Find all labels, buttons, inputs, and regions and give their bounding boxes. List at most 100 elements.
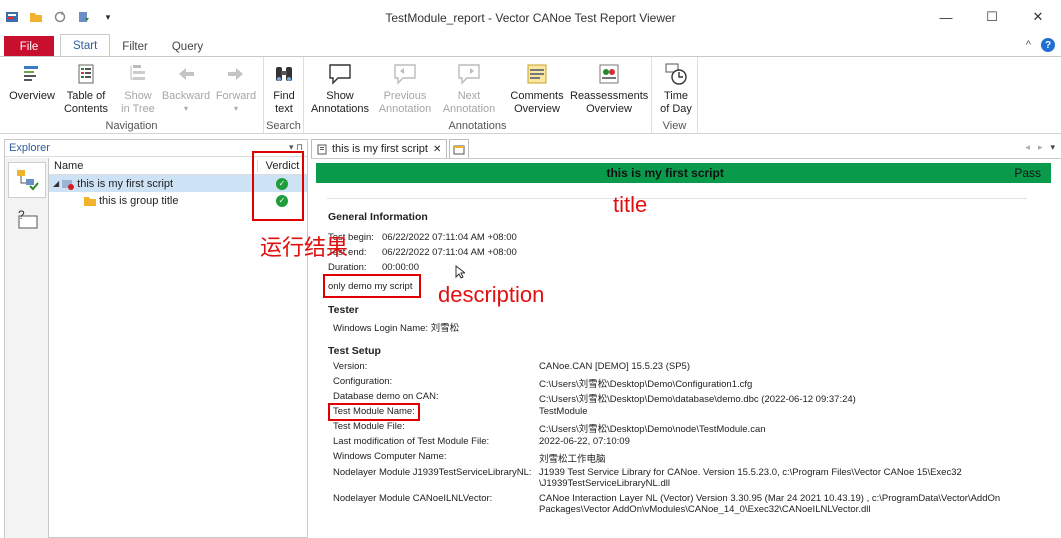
info-value: 06/22/2022 07:11:04 AM +08:00 <box>382 247 517 258</box>
title-bar: ▾ TestModule_report - Vector CANoe Test … <box>0 0 1061 34</box>
group-label-search: Search <box>266 120 301 132</box>
window-title: TestModule_report - Vector CANoe Test Re… <box>385 11 676 25</box>
setup-value: CANoe.CAN [DEMO] 15.5.23 (SP5) <box>539 361 690 372</box>
explorer-sidebar: ? <box>5 158 49 538</box>
tester-heading: Tester <box>328 304 359 316</box>
show-in-tree-button[interactable]: Show in Tree <box>114 61 162 115</box>
tree-item-label: this is group title <box>99 194 179 207</box>
backward-dropdown-icon[interactable]: ▾ <box>160 103 212 116</box>
collapse-ribbon-icon[interactable]: ^ <box>1026 39 1031 51</box>
group-view: Time of Day View <box>652 57 698 134</box>
minimize-button[interactable]: — <box>923 4 969 30</box>
next-annotation-icon <box>455 61 483 87</box>
tab-list-icon[interactable]: ▾ <box>1050 142 1055 153</box>
test-script-icon <box>62 179 75 190</box>
previous-annotation-button[interactable]: Previous Annotation <box>374 61 436 115</box>
setup-label: Windows Computer Name: <box>333 451 447 462</box>
tester-login: Windows Login Name: 刘雪松 <box>333 323 460 334</box>
setup-label: Version: <box>333 361 368 372</box>
comments-overview-button[interactable]: Comments Overview <box>506 61 568 115</box>
setup-value: 刘雪松工作电脑 <box>539 454 606 465</box>
setup-value: C:\Users\刘雪松\Desktop\Demo\database\demo.… <box>539 394 856 405</box>
table-of-contents-icon <box>72 61 100 87</box>
show-in-tree-icon <box>124 61 152 87</box>
result-banner: this is my first script Pass <box>316 163 1051 183</box>
tree-item-label: this is my first script <box>77 177 174 190</box>
column-name[interactable]: Name <box>49 160 257 172</box>
overview-button[interactable]: Overview <box>6 61 58 103</box>
group-annotations: Show Annotations Previous Annotation Nex… <box>304 57 652 134</box>
setup-value: C:\Users\刘雪松\Desktop\Demo\Configuration1… <box>539 379 753 390</box>
info-value: 00:00:00 <box>382 262 419 273</box>
document-tab-label: this is my first script <box>332 143 428 155</box>
backward-button[interactable]: Backward ▾ <box>160 61 212 115</box>
group-search: Find text Search <box>264 57 304 134</box>
group-label-navigation: Navigation <box>105 120 158 132</box>
info-label: Duration: <box>328 262 367 273</box>
group-label-view: View <box>662 120 687 132</box>
document-tab-script[interactable]: this is my first script ✕ <box>311 139 448 158</box>
setup-label: Database demo on CAN: <box>333 391 439 402</box>
scroll-left-icon[interactable]: ◂ <box>1025 142 1030 153</box>
expand-arrow-icon[interactable]: ◢ <box>53 179 59 188</box>
annotation-verdict-label: 运行结果 <box>260 235 349 260</box>
verdict-highlight-box <box>252 151 304 221</box>
window-controls: — ☐ ✕ <box>923 4 1061 30</box>
banner-title: this is my first script <box>606 166 724 180</box>
next-annotation-button[interactable]: Next Annotation <box>438 61 500 115</box>
maximize-button[interactable]: ☐ <box>969 4 1015 30</box>
close-window-button[interactable]: ✕ <box>1015 4 1061 30</box>
general-info-heading: General Information <box>328 211 428 223</box>
help-icon[interactable]: ? <box>1041 38 1055 52</box>
mouse-cursor-icon <box>455 264 467 282</box>
reassessments-overview-button[interactable]: Reassessments Overview <box>570 61 648 115</box>
annotation-view-button[interactable]: ? <box>8 202 46 238</box>
test-setup-heading: Test Setup <box>328 345 381 357</box>
folder-icon <box>84 196 96 206</box>
table-of-contents-button[interactable]: Table of Contents <box>60 61 112 115</box>
info-value: 06/22/2022 07:11:04 AM +08:00 <box>382 232 517 243</box>
document-tabs: this is my first script ✕ ◂ ▸ ▾ <box>311 139 1061 159</box>
ribbon-panel: Overview Table of Contents Show in Tree … <box>0 56 1061 134</box>
tab-query[interactable]: Query <box>160 36 215 57</box>
clock-icon <box>662 61 690 87</box>
ribbon-tabs: File Start Filter Query <box>0 34 1061 57</box>
close-tab-icon[interactable]: ✕ <box>433 144 441 155</box>
arrow-right-icon <box>222 61 250 87</box>
setup-label: Nodelayer Module CANoeILNLVector: <box>333 493 493 504</box>
binoculars-icon <box>270 61 298 87</box>
forward-dropdown-icon[interactable]: ▾ <box>212 103 260 116</box>
setup-label: Last modification of Test Module File: <box>333 436 490 447</box>
setup-label: Test Module File: <box>333 421 405 432</box>
document-tab-overview[interactable] <box>449 139 470 158</box>
setup-label: Configuration: <box>333 376 393 387</box>
annotation-title-label: title <box>613 192 648 217</box>
time-of-day-button[interactable]: Time of Day <box>656 61 696 115</box>
verdict-status: Pass <box>1014 166 1041 180</box>
setup-value: Packages\Vector AddOn\vModules\CANoe_14_… <box>539 504 871 515</box>
document-icon <box>317 144 327 154</box>
group-navigation: Overview Table of Contents Show in Tree … <box>0 57 264 134</box>
tab-start[interactable]: Start <box>60 34 111 57</box>
tab-file[interactable]: File <box>4 36 54 57</box>
setup-value: C:\Users\刘雪松\Desktop\Demo\node\TestModul… <box>539 424 766 435</box>
description-highlight-box <box>323 274 421 298</box>
tree-view-button[interactable] <box>8 162 46 198</box>
setup-value: J1939 Test Service Library for CANoe. Ve… <box>539 467 962 478</box>
find-text-button[interactable]: Find text <box>266 61 302 115</box>
tree-view-icon <box>17 170 39 191</box>
overview-icon <box>18 61 46 87</box>
question-comment-icon: ? <box>18 208 38 229</box>
scroll-right-icon[interactable]: ▸ <box>1038 142 1043 153</box>
forward-button[interactable]: Forward ▾ <box>212 61 260 115</box>
tab-filter[interactable]: Filter <box>110 36 160 57</box>
ribbon-right-controls: ^ ? <box>1026 38 1055 52</box>
speech-bubble-icon <box>326 61 354 87</box>
setup-label: Nodelayer Module J1939TestServiceLibrary… <box>333 467 532 478</box>
show-annotations-button[interactable]: Show Annotations <box>308 61 372 115</box>
reassessments-overview-icon <box>595 61 623 87</box>
explorer-title: Explorer <box>9 142 50 154</box>
calendar-icon <box>453 145 465 154</box>
setup-value: TestModule <box>539 406 588 417</box>
group-label-annotations: Annotations <box>448 120 507 132</box>
